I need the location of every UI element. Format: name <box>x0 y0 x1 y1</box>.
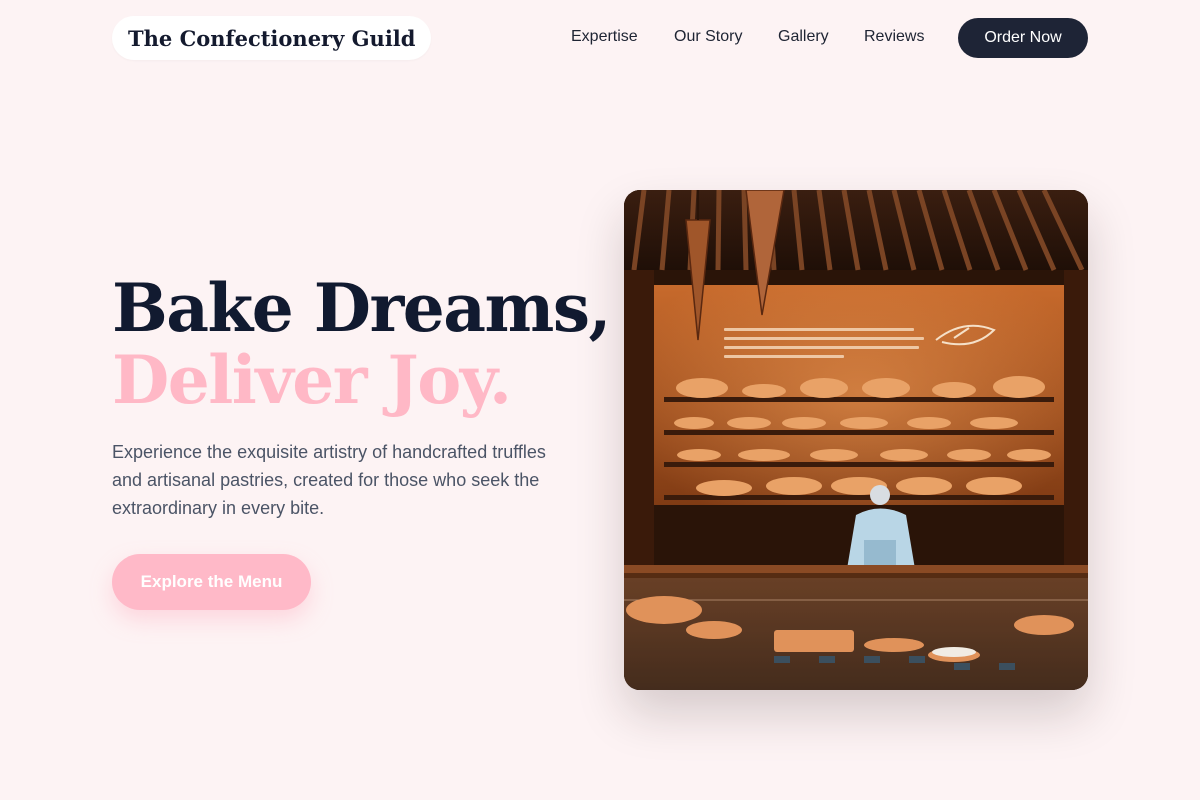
nav-link-expertise[interactable]: Expertise <box>571 26 638 48</box>
brand-logo[interactable]: The Confectionery Guild <box>112 16 432 60</box>
site-header: The Confectionery Guild Expertise Our St… <box>0 0 1200 76</box>
hero-description: Experience the exquisite artistry of han… <box>112 442 546 518</box>
bakery-counter-photo <box>624 190 1088 690</box>
headline-line-1: Bake Dreams, <box>112 269 611 347</box>
order-now-button[interactable]: Order Now <box>958 18 1088 58</box>
headline-line-2: Deliver Joy. <box>112 341 512 419</box>
nav-link-our-story[interactable]: Our Story <box>674 26 742 48</box>
explore-menu-button[interactable]: Explore the Menu <box>112 554 311 610</box>
nav-link-reviews[interactable]: Reviews <box>864 26 924 48</box>
nav-link-gallery[interactable]: Gallery <box>778 26 829 48</box>
hero-headline: Bake Dreams, Deliver Joy. <box>112 269 611 419</box>
